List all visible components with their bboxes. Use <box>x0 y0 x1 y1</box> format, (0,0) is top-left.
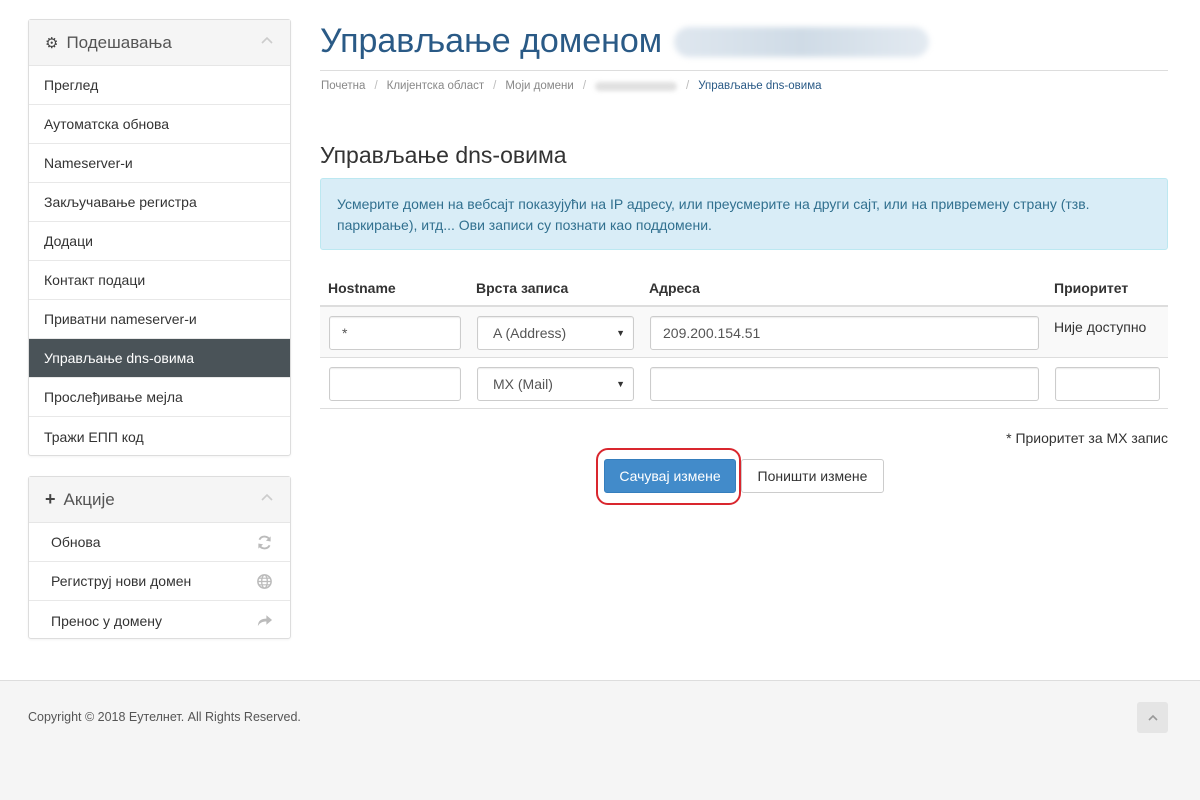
select-arrow-icon: ▼ <box>616 379 625 389</box>
sidebar-item-private-nameservers[interactable]: Приватни nameserver-и <box>29 300 290 339</box>
address-input[interactable] <box>650 367 1039 401</box>
record-type-select[interactable]: A (Address) ▼ <box>477 316 634 350</box>
dns-records-table: Hostname Врста записа Адреса Приоритет *… <box>320 272 1168 409</box>
info-alert: Усмерите домен на вебсајт показујући на … <box>320 178 1168 250</box>
settings-panel-heading[interactable]: ⚙ Подешавања <box>29 20 290 66</box>
priority-value: Није доступно <box>1054 319 1147 335</box>
table-header: Hostname Врста записа Адреса Приоритет <box>320 272 1168 307</box>
footer: Copyright © 2018 Еутелнет. All Rights Re… <box>0 680 1200 800</box>
mx-priority-note: * Приоритет за MX запис <box>1006 430 1168 446</box>
column-header-hostname: Hostname <box>328 280 396 296</box>
actions-panel-title: Акције <box>63 489 115 509</box>
hostname-input[interactable]: * <box>329 316 461 350</box>
breadcrumb-current: Управљање dns-овима <box>698 80 822 92</box>
blurred-domain-name <box>674 26 930 57</box>
sidebar-item-registrar-lock[interactable]: Закључавање регистра <box>29 183 290 222</box>
chevron-up-icon <box>1147 714 1158 721</box>
column-header-priority: Приоритет <box>1054 280 1129 296</box>
settings-panel: ⚙ Подешавања Преглед Аутоматска обнова N… <box>28 19 291 456</box>
sidebar-item-email-forwarding[interactable]: Прослеђивање мејла <box>29 378 290 417</box>
settings-panel-title: Подешавања <box>66 32 172 52</box>
address-input[interactable]: 209.200.154.51 <box>650 316 1039 350</box>
breadcrumb-separator: / <box>686 80 690 92</box>
cancel-changes-button[interactable]: Поништи измене <box>741 459 884 493</box>
breadcrumb: Почетна / Клијентска област / Моји домен… <box>321 80 822 92</box>
table-row: MX (Mail) ▼ <box>320 358 1168 409</box>
section-title: Управљање dns-овима <box>320 142 567 168</box>
page-title-text: Управљање доменом <box>320 22 663 60</box>
refresh-icon <box>258 535 271 549</box>
column-header-record-type: Врста записа <box>476 280 569 296</box>
chevron-up-icon[interactable] <box>260 491 274 505</box>
actions-panel-heading[interactable]: + Акције <box>29 477 290 523</box>
page-title: Управљање доменом <box>320 22 930 61</box>
sidebar-item-dns-management[interactable]: Управљање dns-овима <box>29 339 290 378</box>
breadcrumb-client-area[interactable]: Клијентска област <box>387 80 485 92</box>
breadcrumb-blurred-domain[interactable] <box>595 81 678 91</box>
record-type-select[interactable]: MX (Mail) ▼ <box>477 367 634 401</box>
share-arrow-icon <box>257 615 273 627</box>
hostname-input[interactable] <box>329 367 461 401</box>
action-transfer-domain-label: Пренос у домену <box>51 612 163 629</box>
column-header-address: Адреса <box>649 280 700 296</box>
sidebar-item-contact-info[interactable]: Контакт подаци <box>29 261 290 300</box>
record-type-value: A (Address) <box>493 325 567 341</box>
sidebar-item-auto-renew[interactable]: Аутоматска обнова <box>29 105 290 144</box>
priority-input[interactable] <box>1055 367 1160 401</box>
action-renew[interactable]: Обнова <box>29 523 290 562</box>
gear-icon: ⚙ <box>45 34 59 52</box>
copyright-text: Copyright © 2018 Еутелнет. All Rights Re… <box>28 710 301 724</box>
globe-icon <box>257 573 272 589</box>
chevron-up-icon[interactable] <box>260 34 274 48</box>
actions-panel: + Акције Обнова Региструј нови домен Пре… <box>28 476 291 639</box>
breadcrumb-separator: / <box>493 80 497 92</box>
save-changes-button[interactable]: Сачувај измене <box>604 459 736 493</box>
action-register-domain[interactable]: Региструј нови домен <box>29 562 290 601</box>
action-register-domain-label: Региструј нови домен <box>51 573 192 589</box>
sidebar-item-overview[interactable]: Преглед <box>29 66 290 105</box>
breadcrumb-home[interactable]: Почетна <box>321 80 365 92</box>
action-transfer-domain[interactable]: Пренос у домену <box>29 601 290 640</box>
breadcrumb-separator: / <box>374 80 378 92</box>
sidebar-item-epp-code[interactable]: Тражи ЕПП код <box>29 417 290 456</box>
back-to-top-button[interactable] <box>1137 702 1168 733</box>
sidebar-item-nameservers[interactable]: Nameserver-и <box>29 144 290 183</box>
select-arrow-icon: ▼ <box>616 328 625 338</box>
record-type-value: MX (Mail) <box>493 376 553 392</box>
title-divider <box>320 70 1168 71</box>
table-row: * A (Address) ▼ 209.200.154.51 Није дост… <box>320 307 1168 358</box>
breadcrumb-separator: / <box>582 80 587 92</box>
breadcrumb-my-domains[interactable]: Моји домени <box>505 80 573 92</box>
action-renew-label: Обнова <box>51 534 101 550</box>
sidebar-item-addons[interactable]: Додаци <box>29 222 290 261</box>
plus-icon: + <box>45 489 56 509</box>
